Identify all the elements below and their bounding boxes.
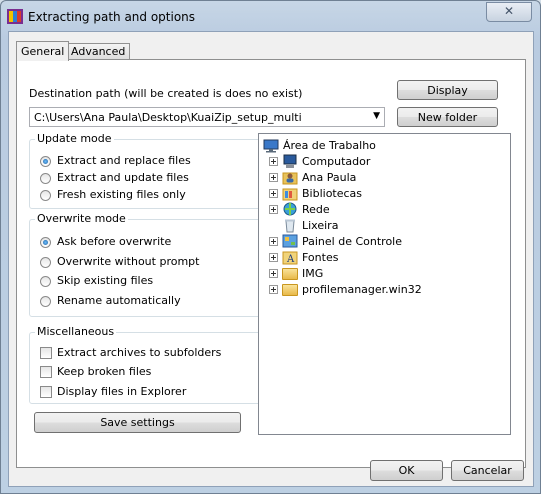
destination-path-label: Destination path (will be created is doe… <box>29 87 303 100</box>
folder-tree[interactable]: Área de Trabalho Computador Ana Paula Bi… <box>258 133 511 435</box>
expand-icon[interactable] <box>269 285 278 294</box>
checkbox-keep-broken[interactable] <box>40 366 52 378</box>
tree-item-label: Bibliotecas <box>302 187 363 200</box>
radio-extract-replace[interactable] <box>40 156 51 167</box>
close-button[interactable]: ✕ <box>486 2 532 22</box>
tree-item-root[interactable]: Área de Trabalho <box>259 138 509 154</box>
dialog-window: Extracting path and options ✕ General Ad… <box>0 0 541 494</box>
radio-rename-automatically[interactable] <box>40 296 51 307</box>
tree-item-label: Painel de Controle <box>302 235 403 248</box>
title-bar[interactable]: Extracting path and options ✕ <box>1 1 540 31</box>
update-mode-title: Update mode <box>35 132 114 145</box>
expand-icon[interactable] <box>269 173 278 182</box>
tree-item-painel-de-controle[interactable]: Painel de Controle <box>263 234 509 250</box>
ok-button[interactable]: OK <box>370 460 443 481</box>
overwrite-mode-group: Overwrite mode Ask before overwrite Over… <box>29 212 263 317</box>
miscellaneous-group: Miscellaneous Extract archives to subfol… <box>29 325 263 404</box>
tree-item-lixeira[interactable]: Lixeira <box>263 218 509 234</box>
tree-item-label: profilemanager.win32 <box>302 283 422 296</box>
tree-item-profilemanager[interactable]: profilemanager.win32 <box>263 282 509 298</box>
tree-item-rede[interactable]: Rede <box>263 202 509 218</box>
tree-item-label: Lixeira <box>302 219 339 232</box>
desktop-icon <box>263 139 279 153</box>
tab-general[interactable]: General <box>16 41 70 61</box>
radio-extract-update[interactable] <box>40 173 51 184</box>
tree-item-img[interactable]: IMG <box>263 266 509 282</box>
libraries-icon <box>282 188 298 201</box>
update-mode-group: Update mode Extract and replace files Ex… <box>29 132 263 209</box>
checkbox-extract-subfolders-label[interactable]: Extract archives to subfolders <box>57 346 221 359</box>
checkbox-extract-subfolders[interactable] <box>40 347 52 359</box>
window-title: Extracting path and options <box>28 10 196 24</box>
display-button[interactable]: Display <box>397 80 498 100</box>
radio-overwrite-without-prompt-label[interactable]: Overwrite without prompt <box>57 255 199 268</box>
svg-text:A: A <box>286 254 295 265</box>
expand-icon[interactable] <box>269 269 278 278</box>
radio-fresh-existing-label[interactable]: Fresh existing files only <box>57 188 186 201</box>
dialog-client: General Advanced Destination path (will … <box>8 31 534 487</box>
tab-advanced[interactable]: Advanced <box>66 43 131 60</box>
tree-item-label: Ana Paula <box>302 171 357 184</box>
tree-root-label: Área de Trabalho <box>283 139 376 152</box>
destination-path-combobox[interactable]: C:\Users\Ana Paula\Desktop\KuaiZip_setup… <box>29 107 385 127</box>
radio-rename-automatically-label[interactable]: Rename automatically <box>57 294 181 307</box>
radio-ask-before-overwrite[interactable] <box>40 237 51 248</box>
tree-item-label: Computador <box>302 155 371 168</box>
radio-fresh-existing[interactable] <box>40 190 51 201</box>
computer-icon <box>283 154 297 168</box>
new-folder-button[interactable]: New folder <box>397 107 498 127</box>
save-settings-button[interactable]: Save settings <box>34 412 241 433</box>
tree-item-ana-paula[interactable]: Ana Paula <box>263 170 509 186</box>
miscellaneous-title: Miscellaneous <box>35 325 117 338</box>
tab-general-label: General <box>21 45 65 58</box>
radio-extract-replace-label[interactable]: Extract and replace files <box>57 154 191 167</box>
control-panel-icon <box>282 234 298 248</box>
expand-icon[interactable] <box>269 189 278 198</box>
tree-item-label: IMG <box>302 267 324 280</box>
checkbox-display-in-explorer[interactable] <box>40 386 52 398</box>
user-folder-icon <box>282 172 298 185</box>
destination-path-value: C:\Users\Ana Paula\Desktop\KuaiZip_setup… <box>34 111 302 124</box>
fonts-icon: A <box>282 251 298 265</box>
tree-item-bibliotecas[interactable]: Bibliotecas <box>263 186 509 202</box>
tree-item-label: Fontes <box>302 251 339 264</box>
network-icon <box>283 202 297 216</box>
expand-icon[interactable] <box>269 205 278 214</box>
tree-item-fontes[interactable]: A Fontes <box>263 250 509 266</box>
folder-icon <box>282 284 298 296</box>
radio-ask-before-overwrite-label[interactable]: Ask before overwrite <box>57 235 171 248</box>
expand-icon[interactable] <box>269 237 278 246</box>
radio-extract-update-label[interactable]: Extract and update files <box>57 171 189 184</box>
checkbox-keep-broken-label[interactable]: Keep broken files <box>57 365 151 378</box>
tree-item-label: Rede <box>302 203 330 216</box>
radio-skip-existing-label[interactable]: Skip existing files <box>57 274 153 287</box>
tree-item-computador[interactable]: Computador <box>263 154 509 170</box>
cancel-button[interactable]: Cancelar <box>451 460 524 481</box>
radio-overwrite-without-prompt[interactable] <box>40 257 51 268</box>
kuaizip-app-icon <box>7 9 23 24</box>
tab-advanced-label: Advanced <box>71 45 126 58</box>
chevron-down-icon[interactable]: ▼ <box>373 111 380 121</box>
radio-skip-existing[interactable] <box>40 276 51 287</box>
close-icon: ✕ <box>504 4 515 18</box>
overwrite-mode-title: Overwrite mode <box>35 212 128 225</box>
checkbox-display-in-explorer-label[interactable]: Display files in Explorer <box>57 385 186 398</box>
general-tab-panel: Destination path (will be created is doe… <box>16 59 526 468</box>
recycle-bin-icon <box>285 219 295 233</box>
expand-icon[interactable] <box>269 157 278 166</box>
expand-icon[interactable] <box>269 253 278 262</box>
folder-icon <box>282 268 298 280</box>
